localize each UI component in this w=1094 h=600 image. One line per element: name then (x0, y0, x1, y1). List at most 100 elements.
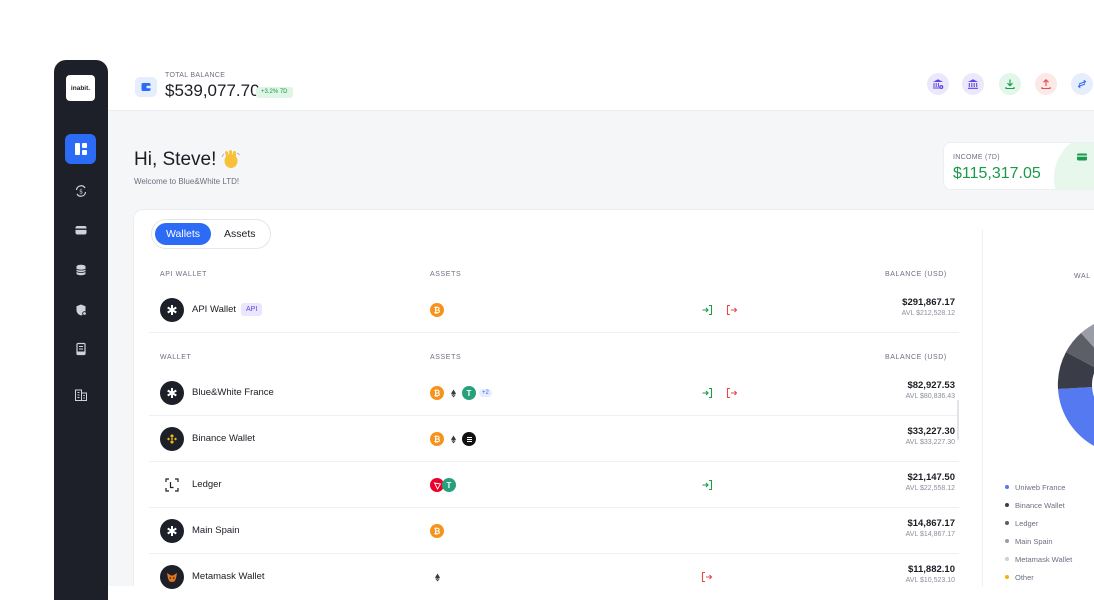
legend-dot (1005, 521, 1009, 525)
balance-value: $82,927.53 (907, 380, 955, 391)
tab-assets[interactable]: Assets (213, 223, 267, 245)
legend-dot (1005, 503, 1009, 507)
asterisk-icon (167, 305, 177, 315)
logo[interactable]: inabit. (66, 75, 95, 101)
wallets-card: Wallets Assets API WALLET ASSETS BALANCE… (133, 209, 1094, 589)
top-bar: TOTAL BALANCE $539,077.70 +3.2% 7D (108, 60, 1094, 111)
table-row[interactable]: Main Spain ₿ $14,867.17 AVL $14,867.17 (149, 508, 959, 554)
binance-icon (167, 434, 177, 444)
legend-item[interactable]: Main Spain (1005, 532, 1072, 550)
withdraw-action-button[interactable] (724, 302, 740, 318)
legend-dot (1005, 557, 1009, 561)
wallet-donut-chart[interactable] (1048, 305, 1094, 465)
nav-dashboard[interactable] (65, 134, 96, 164)
wallet-balance: $14,867.17 AVL $14,867.17 (906, 518, 955, 538)
balance-header: BALANCE (USD) (885, 354, 947, 361)
legend-label: Other (1015, 572, 1034, 582)
metamask-icon (167, 573, 177, 582)
greeting-subtitle: Welcome to Blue&White LTD! (134, 177, 240, 186)
api-tag: API (241, 303, 263, 316)
withdraw-button[interactable] (1035, 73, 1057, 95)
legend-item[interactable]: Binance Wallet (1005, 496, 1072, 514)
main-content: TOTAL BALANCE $539,077.70 +3.2% 7D Hi, S… (108, 60, 1094, 589)
asset-icons: ₿ (430, 432, 478, 446)
api-balance-header: BALANCE (USD) (885, 271, 947, 278)
total-balance-label: TOTAL BALANCE (165, 72, 226, 79)
available-balance: AVL $10,523.10 (905, 577, 955, 584)
transfer-icon (1077, 79, 1087, 89)
wallet-name: Binance Wallet (192, 433, 256, 444)
nav-transactions[interactable]: $ (65, 176, 96, 206)
table-row[interactable]: Ledger T $21,147.50 AVL $22,558.12 (149, 462, 959, 508)
view-tabs: Wallets Assets (151, 219, 271, 249)
more-assets-badge[interactable]: +2 (479, 389, 492, 397)
bank-gear-icon (933, 79, 944, 89)
table-row[interactable]: Blue&White France ₿ T +2 $82,927.53 AVL … (149, 370, 959, 416)
asset-icons: ₿ (430, 524, 446, 538)
table-row[interactable]: Metamask Wallet $11,882.10 AVL $10,523.1… (149, 554, 959, 600)
legend-label: Uniweb France (1015, 482, 1066, 492)
balance-change-badge: +3.2% 7D (256, 87, 293, 98)
bank-button[interactable] (962, 73, 984, 95)
bitcoin-icon: ₿ (430, 386, 444, 400)
legend-item[interactable]: Other (1005, 568, 1072, 586)
asset-icons (430, 570, 446, 584)
available-balance: AVL $80,836.43 (905, 393, 955, 400)
asset-icons: ₿ (430, 303, 446, 317)
wallet-balance: $291,867.17 AVL $212,528.12 (902, 297, 955, 317)
wallet-balance: $11,882.10 AVL $10,523.10 (906, 564, 955, 584)
sidebar: inabit. $ (54, 60, 108, 600)
nav-reports[interactable] (65, 334, 96, 364)
nav-organization[interactable] (65, 380, 96, 410)
wallet-icon (1077, 153, 1087, 161)
app: inabit. $ TOTAL BALANCE $539,077.70 +3.2… (0, 0, 1094, 600)
income-card[interactable]: INCOME (7D) $115,317.05 (943, 142, 1094, 190)
wallet-icon (135, 77, 157, 97)
legend-item[interactable]: Ledger (1005, 514, 1072, 532)
balance-value: $33,227.30 (907, 426, 955, 437)
login-icon (702, 479, 713, 491)
scrollbar[interactable] (957, 400, 959, 440)
assets-header: ASSETS (430, 354, 462, 361)
logout-icon (701, 571, 713, 583)
deposit-action-button[interactable] (699, 385, 715, 401)
bitcoin-icon: ₿ (430, 432, 444, 446)
asterisk-icon (167, 388, 177, 398)
bitcoin-icon: ₿ (430, 303, 444, 317)
tether-icon: T (462, 386, 476, 400)
table-row[interactable]: Binance Wallet ₿ $33,227.30 AVL $33,227.… (149, 416, 959, 462)
svg-text:$: $ (79, 189, 83, 196)
table-row[interactable]: API Wallet API ₿ $291,867.17 AVL $212,52… (149, 287, 959, 333)
asterisk-icon (167, 526, 177, 536)
ethereum-icon (446, 386, 460, 400)
api-assets-header: ASSETS (430, 271, 462, 278)
nav-wallets[interactable] (65, 215, 96, 245)
deposit-button[interactable] (999, 73, 1021, 95)
ledger-icon (165, 478, 179, 492)
available-balance: AVL $14,867.17 (905, 531, 955, 538)
dashboard-icon (74, 143, 87, 155)
wallet-name: Metamask Wallet (192, 571, 265, 582)
transfer-button[interactable] (1071, 73, 1093, 95)
upload-icon (1041, 79, 1051, 90)
nav-assets[interactable] (65, 255, 96, 285)
panel-title: WAL (1074, 273, 1091, 280)
income-card-decoration (1054, 143, 1094, 189)
wallet-header: WALLET (160, 354, 192, 361)
total-balance-value: $539,077.70 (165, 81, 260, 100)
bank-icon (968, 79, 978, 89)
wallet-avatar (160, 519, 184, 543)
bank-settings-button[interactable] (927, 73, 949, 95)
asset-icons: ₿ T +2 (430, 386, 492, 400)
legend-dot (1005, 539, 1009, 543)
legend-label: Metamask Wallet (1015, 554, 1073, 564)
tab-wallets[interactable]: Wallets (155, 223, 212, 245)
deposit-action-button[interactable] (699, 477, 715, 493)
nav-policies[interactable] (65, 295, 96, 325)
deposit-action-button[interactable] (699, 302, 715, 318)
withdraw-action-button[interactable] (724, 385, 740, 401)
legend-item[interactable]: Uniweb France (1005, 478, 1072, 496)
legend-item[interactable]: Metamask Wallet (1005, 550, 1072, 568)
chart-legend: Uniweb France Binance Wallet Ledger Main… (1005, 478, 1072, 586)
withdraw-action-button[interactable] (699, 569, 715, 585)
